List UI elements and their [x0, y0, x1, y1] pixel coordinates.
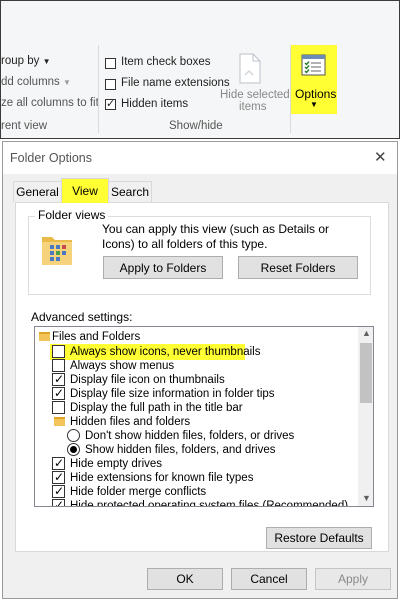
advanced-settings-label: Advanced settings:: [31, 310, 133, 324]
tree-radio-show-hidden[interactable]: Show hidden files, folders, and drives: [35, 443, 345, 457]
checkbox[interactable]: [52, 498, 65, 506]
tree-check-hide-protected-os[interactable]: Hide protected operating system files (R…: [35, 498, 349, 507]
checkbox[interactable]: [52, 401, 65, 414]
reset-folders-button[interactable]: Reset Folders: [238, 256, 358, 279]
file-name-extensions-label: File name extensions: [121, 77, 230, 89]
explorer-ribbon: roup by ▼ dd columns ▼ ze all columns to…: [0, 0, 400, 139]
hide-selected-items-label: items: [239, 101, 267, 113]
tree-check-display-file-size[interactable]: Display file size information in folder …: [35, 386, 345, 401]
view-tab-panel: Folder views You can apply this view (su…: [15, 202, 389, 552]
tree-radio-dont-show-hidden[interactable]: Don't show hidden files, folders, or dri…: [35, 429, 345, 443]
checkbox[interactable]: [52, 372, 65, 386]
tree-item-label: Always show menus: [70, 360, 175, 372]
folder-options-dialog: Folder Options ✕ General View Search Fol…: [2, 141, 398, 599]
options-icon: [301, 54, 326, 76]
tree-item-label: Hide folder merge conflicts: [70, 486, 207, 498]
tree-check-display-file-icon[interactable]: Display file icon on thumbnails: [35, 372, 335, 387]
hidden-items-checkbox[interactable]: [105, 97, 116, 110]
apply-button[interactable]: Apply: [315, 568, 391, 590]
folder-views-description: You can apply this view (such as Details…: [102, 222, 330, 251]
dropdown-arrow-icon: ▼: [310, 100, 318, 109]
checkbox[interactable]: [52, 470, 65, 484]
radio-button[interactable]: [67, 429, 80, 442]
dialog-title: Folder Options: [10, 151, 92, 165]
options-button[interactable]: Options ▼: [291, 45, 337, 114]
item-checkboxes-label: Item check boxes: [121, 56, 211, 68]
folder-icon: [54, 417, 65, 426]
tree-item-label: Hide extensions for known file types: [70, 472, 254, 484]
tree-check-hide-empty-drives[interactable]: Hide empty drives: [35, 456, 335, 471]
checkbox[interactable]: [52, 386, 65, 400]
file-name-extensions-checkbox[interactable]: [105, 79, 116, 90]
checkbox[interactable]: [52, 345, 65, 358]
checkbox[interactable]: [52, 359, 65, 372]
tree-item-label: Show hidden files, folders, and drives: [85, 444, 276, 456]
tree-item-label: Hide empty drives: [70, 458, 163, 470]
dropdown-arrow-icon: ▼: [63, 78, 71, 87]
tree-folder-hidden-files[interactable]: Hidden files and folders: [35, 415, 335, 429]
advanced-settings-tree[interactable]: Files and Folders Always show icons, nev…: [34, 326, 374, 507]
options-label: Options: [295, 87, 337, 101]
show-hide-group-label: Show/hide: [169, 120, 223, 132]
hide-selected-items-icon: [237, 53, 263, 84]
scroll-down-icon[interactable]: ▼: [362, 493, 371, 503]
ribbon-separator: [98, 45, 99, 133]
tree-item-label: Hide protected operating system files (R…: [70, 500, 349, 507]
dropdown-arrow-icon: ▼: [42, 57, 51, 66]
item-checkboxes-checkbox[interactable]: [105, 58, 116, 69]
restore-defaults-button[interactable]: Restore Defaults: [266, 527, 372, 549]
add-columns-button[interactable]: dd columns ▼: [1, 76, 71, 88]
hidden-items-label: Hidden items: [121, 98, 189, 110]
tree-item-label: Hidden files and folders: [70, 416, 191, 428]
tree-check-always-show-icons[interactable]: Always show icons, never thumbnails: [35, 345, 335, 359]
tree-item-label: Always show icons, never thumbnails: [70, 346, 261, 358]
tree-scrollbar[interactable]: ▲ ▼: [358, 327, 373, 506]
folder-views-title: Folder views: [35, 208, 109, 222]
apply-to-folders-button[interactable]: Apply to Folders: [103, 256, 223, 279]
checkbox[interactable]: [52, 484, 65, 498]
radio-button[interactable]: [67, 443, 80, 456]
hide-selected-items-button[interactable]: Hide selected: [220, 89, 290, 101]
cancel-button[interactable]: Cancel: [231, 568, 307, 590]
dialog-titlebar: Folder Options ✕: [3, 142, 397, 174]
current-view-group-label: rent view: [1, 120, 48, 132]
tree-item-label: Display file size information in folder …: [70, 388, 275, 400]
group-by-button[interactable]: roup by ▼: [1, 55, 50, 67]
folder-icon: [39, 332, 50, 341]
tree-check-hide-merge-conflicts[interactable]: Hide folder merge conflicts: [35, 484, 335, 499]
tree-check-always-show-menus[interactable]: Always show menus: [35, 359, 335, 373]
scrollbar-thumb[interactable]: [360, 343, 372, 403]
close-icon[interactable]: ✕: [374, 148, 387, 166]
folder-views-icon: [39, 233, 75, 269]
tab-view[interactable]: View: [61, 178, 109, 203]
scroll-up-icon[interactable]: ▲: [362, 328, 371, 338]
tree-check-display-full-path[interactable]: Display the full path in the title bar: [35, 401, 335, 415]
tree-item-label: Display the full path in the title bar: [70, 402, 243, 414]
tree-item-label: Display file icon on thumbnails: [70, 374, 225, 386]
tree-check-hide-extensions[interactable]: Hide extensions for known file types: [35, 470, 335, 485]
tree-item-label: Don't show hidden files, folders, or dri…: [85, 430, 295, 442]
tab-general[interactable]: General: [13, 181, 62, 202]
tree-folder-files-and-folders[interactable]: Files and Folders: [35, 330, 335, 344]
checkbox[interactable]: [52, 456, 65, 470]
tree-item-label: Files and Folders: [52, 331, 141, 343]
size-all-columns-button[interactable]: ze all columns to fit: [1, 97, 99, 109]
tab-search[interactable]: Search: [108, 181, 152, 202]
ok-button[interactable]: OK: [147, 568, 223, 590]
